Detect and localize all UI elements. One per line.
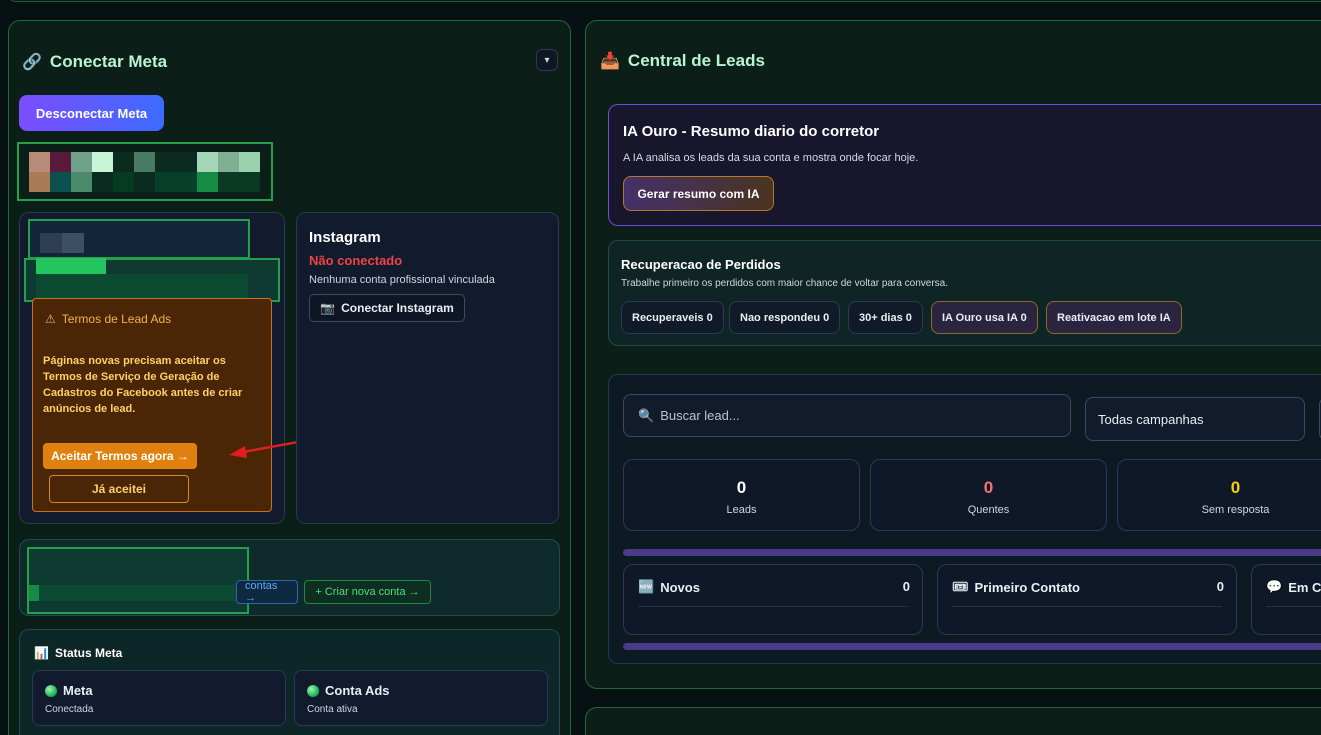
pill-recoverable[interactable]: Recuperaveis 0 bbox=[621, 301, 724, 334]
stat-leads: 0 Leads bbox=[623, 459, 860, 531]
accounts-link-button[interactable]: contas → bbox=[236, 580, 298, 604]
recovery-card: Recuperacao de Perdidos Trabalhe primeir… bbox=[608, 240, 1321, 346]
pill-ia-ouro[interactable]: IA Ouro usa IA 0 bbox=[931, 301, 1038, 334]
chart-icon: 📊 bbox=[34, 646, 49, 660]
ticket-icon: 🎟 bbox=[952, 579, 969, 594]
instagram-status: Não conectado bbox=[309, 253, 403, 268]
pill-no-reply[interactable]: Nao respondeu 0 bbox=[729, 301, 841, 334]
stat-no-reply: 0 Sem resposta bbox=[1117, 459, 1321, 531]
lower-panel bbox=[585, 707, 1321, 735]
connected-dot-icon bbox=[45, 684, 57, 697]
instagram-title: Instagram bbox=[309, 229, 381, 246]
status-meta-title: 📊 Status Meta bbox=[34, 646, 123, 660]
search-icon: 🔍 bbox=[638, 407, 655, 423]
column-new: 🆕 Novos 0 bbox=[623, 564, 923, 635]
instagram-card: Instagram Não conectado Nenhuma conta pr… bbox=[296, 212, 559, 524]
ia-summary-subtitle: A IA analisa os leads da sua conta e mos… bbox=[623, 152, 919, 164]
status-item-meta: Meta Conectada bbox=[32, 670, 286, 726]
chat-icon: 💬 bbox=[1266, 579, 1283, 594]
connect-instagram-button[interactable]: 📷 Conectar Instagram bbox=[309, 294, 465, 322]
column-in-conversation: 💬 Em C bbox=[1251, 564, 1321, 635]
search-input[interactable]: 🔍 Buscar lead... bbox=[623, 394, 1071, 437]
recovery-subtitle: Trabalhe primeiro os perdidos com maior … bbox=[621, 278, 949, 289]
accounts-redacted-block bbox=[27, 547, 249, 614]
connected-dot-icon bbox=[307, 684, 319, 697]
lead-center-title: 📥 Central de Leads bbox=[600, 51, 765, 70]
ia-summary-title: IA Ouro - Resumo diario do corretor bbox=[623, 123, 880, 140]
status-meta-card: 📊 Status Meta Meta Conectada Conta Ads C… bbox=[19, 629, 560, 735]
generate-ia-summary-button[interactable]: Gerar resumo com IA bbox=[623, 176, 774, 211]
stat-hot: 0 Quentes bbox=[870, 459, 1107, 531]
instagram-subtext: Nenhuma conta profissional vinculada bbox=[309, 274, 495, 286]
status-item-ads-account: Conta Ads Conta ativa bbox=[294, 670, 548, 726]
campaign-select[interactable]: Todas campanhas bbox=[1085, 397, 1305, 441]
ia-summary-card: IA Ouro - Resumo diario do corretor A IA… bbox=[608, 104, 1321, 226]
column-first-contact: 🎟 Primeiro Contato 0 bbox=[937, 564, 1237, 635]
board-scrollbar-top[interactable] bbox=[623, 549, 1321, 556]
pill-30-days[interactable]: 30+ dias 0 bbox=[848, 301, 923, 334]
pill-batch-reactivation[interactable]: Reativacao em lote IA bbox=[1046, 301, 1182, 334]
camera-icon: 📷 bbox=[320, 301, 336, 315]
inbox-icon: 📥 bbox=[600, 53, 620, 70]
create-account-button[interactable]: + Criar nova conta → bbox=[304, 580, 431, 604]
board-scrollbar-bottom[interactable] bbox=[623, 643, 1321, 650]
new-icon: 🆕 bbox=[638, 579, 655, 594]
recovery-title: Recuperacao de Perdidos bbox=[621, 257, 781, 272]
